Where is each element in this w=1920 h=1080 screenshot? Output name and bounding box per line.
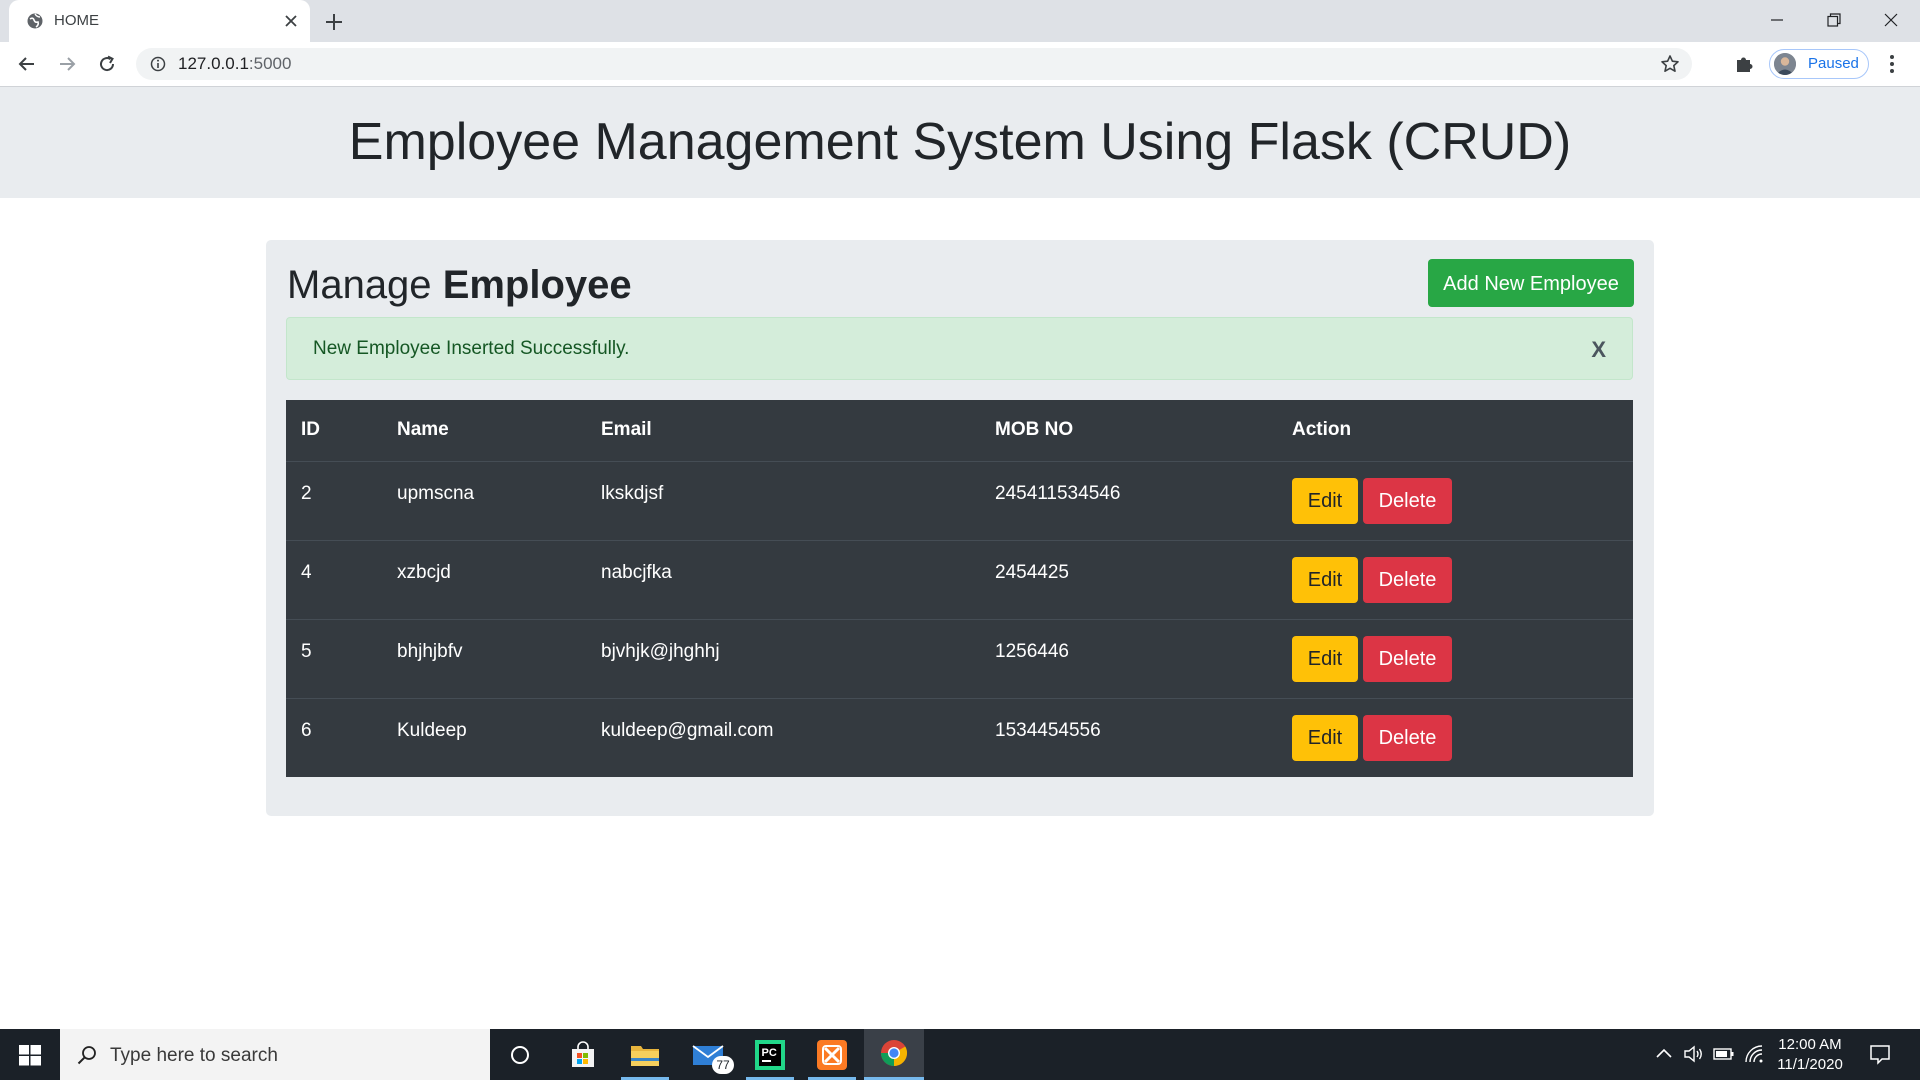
mail-unread-badge: 77	[712, 1056, 734, 1074]
cell-name: xzbcjd	[382, 539, 586, 619]
clock-date: 11/1/2020	[1777, 1056, 1843, 1073]
site-info-icon[interactable]	[150, 56, 166, 72]
table-row: 5 bhjhjbfv bjvhjk@jhghhj 1256446 Edit Del…	[286, 618, 1633, 698]
section-title: Manage Employee	[287, 260, 632, 310]
taskbar-search-box[interactable]: Type here to search	[60, 1029, 490, 1080]
avatar	[1774, 53, 1796, 75]
xampp-icon[interactable]	[802, 1029, 862, 1080]
cell-mobile: 1534454556	[980, 697, 1277, 777]
cell-email: lkskdjsf	[586, 460, 980, 540]
new-tab-icon[interactable]	[323, 11, 345, 33]
manage-employee-card: Manage Employee Add New Employee New Emp…	[266, 240, 1654, 816]
windows-taskbar: Type here to search 77 PC 12:00 AM 11/1/…	[0, 1029, 1920, 1080]
notification-icon[interactable]	[1868, 1042, 1892, 1066]
forward-arrow-icon[interactable]	[54, 51, 80, 77]
delete-button[interactable]: Delete	[1363, 477, 1452, 524]
profile-button[interactable]: Paused	[1769, 49, 1869, 79]
browser-menu-icon[interactable]	[1880, 52, 1904, 76]
edit-button[interactable]: Edit	[1292, 635, 1358, 682]
store-icon[interactable]	[553, 1029, 613, 1080]
system-clock[interactable]: 12:00 AM 11/1/2020	[1764, 1035, 1856, 1075]
mail-icon[interactable]: 77	[678, 1029, 738, 1080]
alert-close-button[interactable]: X	[1591, 337, 1606, 363]
cell-id: 2	[286, 460, 382, 540]
cell-mobile: 1256446	[980, 618, 1277, 698]
chrome-icon[interactable]	[864, 1029, 924, 1080]
minimize-icon[interactable]	[1748, 0, 1806, 40]
column-header-name: Name	[397, 419, 449, 441]
cell-id: 5	[286, 618, 382, 698]
edit-button[interactable]: Edit	[1292, 477, 1358, 524]
table-row: 4 xzbcjd nabcjfka 2454425 Edit Delete	[286, 539, 1633, 619]
bookmark-star-icon[interactable]	[1660, 54, 1680, 74]
column-header-action: Action	[1292, 419, 1352, 441]
url-port: :5000	[248, 54, 292, 73]
close-tab-icon[interactable]	[282, 12, 300, 30]
chevron-up-icon[interactable]	[1653, 1043, 1675, 1065]
column-header-mobile: MOB NO	[995, 419, 1074, 441]
cell-id: 4	[286, 539, 382, 619]
edit-button[interactable]: Edit	[1292, 556, 1358, 603]
section-title-prefix: Manage	[287, 263, 432, 307]
browser-tab-strip: HOME	[0, 0, 1920, 42]
extensions-puzzle-icon[interactable]	[1733, 53, 1755, 75]
cell-name: bhjhjbfv	[382, 618, 586, 698]
column-header-id: ID	[301, 419, 320, 441]
cell-name: upmscna	[382, 460, 586, 540]
section-title-bold: Employee	[442, 263, 632, 307]
address-bar[interactable]: 127.0.0.1:5000	[136, 48, 1692, 80]
cell-id: 6	[286, 697, 382, 777]
cell-actions: Edit Delete	[1277, 539, 1633, 619]
volume-icon[interactable]	[1683, 1043, 1705, 1065]
page-header: Employee Management System Using Flask (…	[0, 87, 1920, 198]
url-host: 127.0.0.1	[178, 54, 249, 73]
table-row: 6 Kuldeep kuldeep@gmail.com 1534454556 E…	[286, 697, 1633, 777]
file-explorer-icon[interactable]	[615, 1029, 675, 1080]
table-row: 2 upmscna lkskdjsf 245411534546 Edit Dele…	[286, 460, 1633, 540]
pycharm-icon[interactable]: PC	[740, 1029, 800, 1080]
tab-title: HOME	[54, 12, 99, 29]
delete-button[interactable]: Delete	[1363, 556, 1452, 603]
url-text: 127.0.0.1:5000	[178, 54, 291, 74]
cell-email: kuldeep@gmail.com	[586, 697, 980, 777]
back-arrow-icon[interactable]	[14, 51, 40, 77]
battery-icon[interactable]	[1713, 1043, 1735, 1065]
task-view-icon[interactable]	[490, 1029, 550, 1080]
page-title: Employee Management System Using Flask (…	[348, 113, 1572, 171]
search-placeholder: Type here to search	[110, 1045, 278, 1066]
browser-tab[interactable]: HOME	[9, 0, 310, 42]
delete-button[interactable]: Delete	[1363, 635, 1452, 682]
search-icon	[76, 1044, 98, 1066]
edit-button[interactable]: Edit	[1292, 714, 1358, 761]
cell-mobile: 245411534546	[980, 460, 1277, 540]
success-alert: New Employee Inserted Successfully. X	[286, 317, 1633, 380]
windows-start-icon[interactable]	[0, 1029, 60, 1080]
cell-mobile: 2454425	[980, 539, 1277, 619]
cell-actions: Edit Delete	[1277, 618, 1633, 698]
globe-icon	[26, 12, 44, 30]
add-new-employee-button[interactable]: Add New Employee	[1428, 259, 1634, 307]
cell-email: bjvhjk@jhghhj	[586, 618, 980, 698]
column-header-email: Email	[601, 419, 652, 441]
restore-icon[interactable]	[1805, 0, 1863, 40]
alert-message: New Employee Inserted Successfully.	[313, 338, 630, 359]
table-header-row: ID Name Email MOB NO Action	[286, 400, 1633, 461]
cell-email: nabcjfka	[586, 539, 980, 619]
cell-actions: Edit Delete	[1277, 460, 1633, 540]
clock-time: 12:00 AM	[1778, 1036, 1842, 1053]
employee-table: ID Name Email MOB NO Action 2 upmscna lk…	[286, 400, 1633, 777]
svg-text:PC: PC	[762, 1047, 777, 1059]
cell-name: Kuldeep	[382, 697, 586, 777]
delete-button[interactable]: Delete	[1363, 714, 1452, 761]
profile-status: Paused	[1808, 55, 1859, 72]
browser-toolbar: 127.0.0.1:5000 Paused	[0, 42, 1920, 87]
reload-icon[interactable]	[94, 51, 120, 77]
wifi-icon[interactable]	[1743, 1043, 1765, 1065]
close-window-icon[interactable]	[1862, 0, 1920, 40]
cell-actions: Edit Delete	[1277, 697, 1633, 777]
